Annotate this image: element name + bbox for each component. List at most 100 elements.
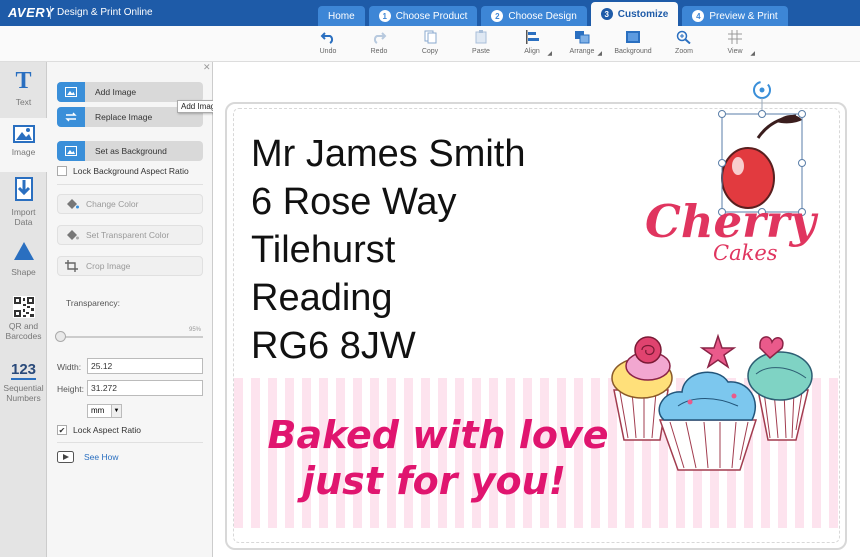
tagline-line[interactable]: Baked with love — [238, 413, 638, 457]
crop-icon — [58, 260, 86, 272]
step-tabs: Home 1 Choose Product 2 Choose Design 3 Cus… — [318, 2, 788, 26]
rail-sequential-numbers[interactable]: 123 Sequential Numbers — [0, 362, 47, 416]
change-color-button[interactable]: Change Color — [57, 194, 203, 214]
divider — [57, 442, 203, 443]
rail-qr-label: QR and Barcodes — [5, 321, 42, 341]
rail-import-label: Import Data — [11, 207, 36, 227]
add-image-button[interactable]: Add Image — [57, 82, 203, 102]
change-color-label: Change Color — [86, 199, 139, 209]
rail-text[interactable]: T Text — [0, 68, 47, 118]
tab-preview-print[interactable]: 4 Preview & Print — [682, 6, 788, 26]
set-transparent-color-label: Set Transparent Color — [86, 230, 170, 240]
width-label: Width: — [57, 362, 82, 372]
paint-bucket-icon — [58, 229, 86, 241]
video-play-icon — [57, 451, 74, 463]
tab-label: Customize — [617, 8, 669, 20]
undo-label: Undo — [319, 48, 337, 55]
arrange-icon — [575, 31, 590, 44]
height-input[interactable]: 31.272 — [87, 380, 203, 396]
transparency-label: Transparency: — [66, 298, 121, 308]
address-line[interactable]: Reading — [251, 278, 393, 318]
address-line[interactable]: RG6 8JW — [251, 326, 416, 366]
logo-word[interactable]: Cherry — [645, 197, 816, 247]
view-label: View — [727, 48, 743, 55]
avery-logo[interactable]: AVERY — [8, 5, 54, 20]
editor-toolbar: Undo Redo Copy Paste Align ◢ Arrange ◢ B… — [0, 26, 860, 62]
undo-button[interactable]: Undo — [306, 30, 350, 55]
grid-icon — [728, 30, 742, 44]
image-icon — [57, 82, 85, 102]
transparency-slider-track[interactable] — [57, 336, 203, 338]
tab-label: Home — [328, 10, 355, 22]
lock-aspect-ratio-label: Lock Aspect Ratio — [73, 425, 142, 435]
background-label: Background — [614, 48, 652, 55]
see-how-label: See How — [84, 452, 119, 462]
background-icon — [626, 31, 640, 43]
checkbox-box: ✔ — [57, 425, 67, 435]
set-transparent-color-button[interactable]: Set Transparent Color — [57, 225, 203, 245]
background-button[interactable]: Background — [611, 30, 655, 55]
rail-import-data[interactable]: Import Data — [0, 176, 47, 232]
address-line[interactable]: Mr James Smith — [251, 134, 525, 174]
zoom-button[interactable]: Zoom — [662, 30, 706, 55]
tagline-line[interactable]: just for you! — [234, 459, 634, 503]
cupcakes-image[interactable] — [608, 330, 813, 472]
align-label: Align — [524, 48, 540, 55]
lock-background-ratio-checkbox[interactable]: Lock Background Aspect Ratio — [57, 166, 189, 176]
qr-code-icon — [12, 296, 35, 318]
address-line[interactable]: Tilehurst — [251, 230, 395, 270]
arrange-button[interactable]: Arrange ◢ — [560, 30, 604, 57]
replace-image-label: Replace Image — [95, 112, 153, 122]
view-button[interactable]: View ◢ — [713, 30, 757, 57]
tab-label: Choose Product — [395, 10, 468, 22]
swap-icon — [57, 107, 85, 127]
copy-label: Copy — [421, 48, 439, 55]
rail-image-label: Image — [11, 147, 36, 157]
add-image-label: Add Image — [95, 87, 137, 97]
tool-rail: T Text Image Import Data Shape QR and Ba… — [0, 62, 47, 557]
crop-image-button[interactable]: Crop Image — [57, 256, 203, 276]
unit-select[interactable]: mm ▼ — [87, 404, 122, 418]
redo-button[interactable]: Redo — [357, 30, 401, 55]
address-line[interactable]: 6 Rose Way — [251, 182, 457, 222]
shape-icon — [13, 242, 34, 260]
brand-subtitle: Design & Print Online — [57, 7, 153, 18]
tab-label: Choose Design — [508, 10, 577, 22]
logo-subword[interactable]: Cakes — [713, 241, 778, 265]
paste-icon — [475, 30, 487, 44]
tab-choose-design[interactable]: 2 Choose Design — [481, 6, 587, 26]
copy-button[interactable]: Copy — [408, 30, 452, 55]
set-background-label: Set as Background — [95, 146, 167, 156]
sequential-numbers-icon: 123 — [10, 361, 37, 380]
set-background-button[interactable]: Set as Background — [57, 141, 203, 161]
text-icon: T — [15, 68, 32, 94]
lock-aspect-ratio-checkbox[interactable]: ✔ Lock Aspect Ratio — [57, 425, 141, 435]
import-data-icon — [14, 177, 33, 201]
width-input[interactable]: 25.12 — [87, 358, 203, 374]
undo-icon — [320, 32, 334, 44]
redo-icon — [373, 32, 387, 44]
see-how-link[interactable]: See How — [57, 451, 119, 463]
rail-sequential-label: Sequential Numbers — [3, 383, 44, 403]
paste-button[interactable]: Paste — [459, 30, 503, 55]
tab-choose-product[interactable]: 1 Choose Product — [368, 6, 478, 26]
transparency-slider-handle[interactable] — [55, 331, 66, 342]
crop-image-label: Crop Image — [86, 261, 131, 271]
tab-home[interactable]: Home — [318, 6, 365, 26]
align-button[interactable]: Align ◢ — [510, 30, 554, 57]
tab-label: Preview & Print — [709, 10, 778, 22]
transparency-max-label: 95% — [189, 327, 202, 333]
close-icon[interactable]: ✕ — [203, 62, 211, 73]
copy-icon — [424, 30, 437, 44]
image-icon — [12, 125, 35, 143]
top-header: AVERY Design & Print Online Home 1 Choose… — [0, 0, 860, 26]
dropdown-corner-icon: ◢ — [750, 51, 755, 57]
rail-shape-label: Shape — [11, 267, 36, 277]
rail-qr-barcodes[interactable]: QR and Barcodes — [0, 296, 47, 350]
lock-background-ratio-label: Lock Background Aspect Ratio — [73, 166, 189, 176]
tab-customize[interactable]: 3 Customize — [590, 2, 679, 26]
height-label: Height: — [57, 384, 84, 394]
rail-image[interactable]: Image — [0, 118, 47, 172]
rail-shape[interactable]: Shape — [0, 240, 47, 286]
divider — [57, 184, 203, 185]
